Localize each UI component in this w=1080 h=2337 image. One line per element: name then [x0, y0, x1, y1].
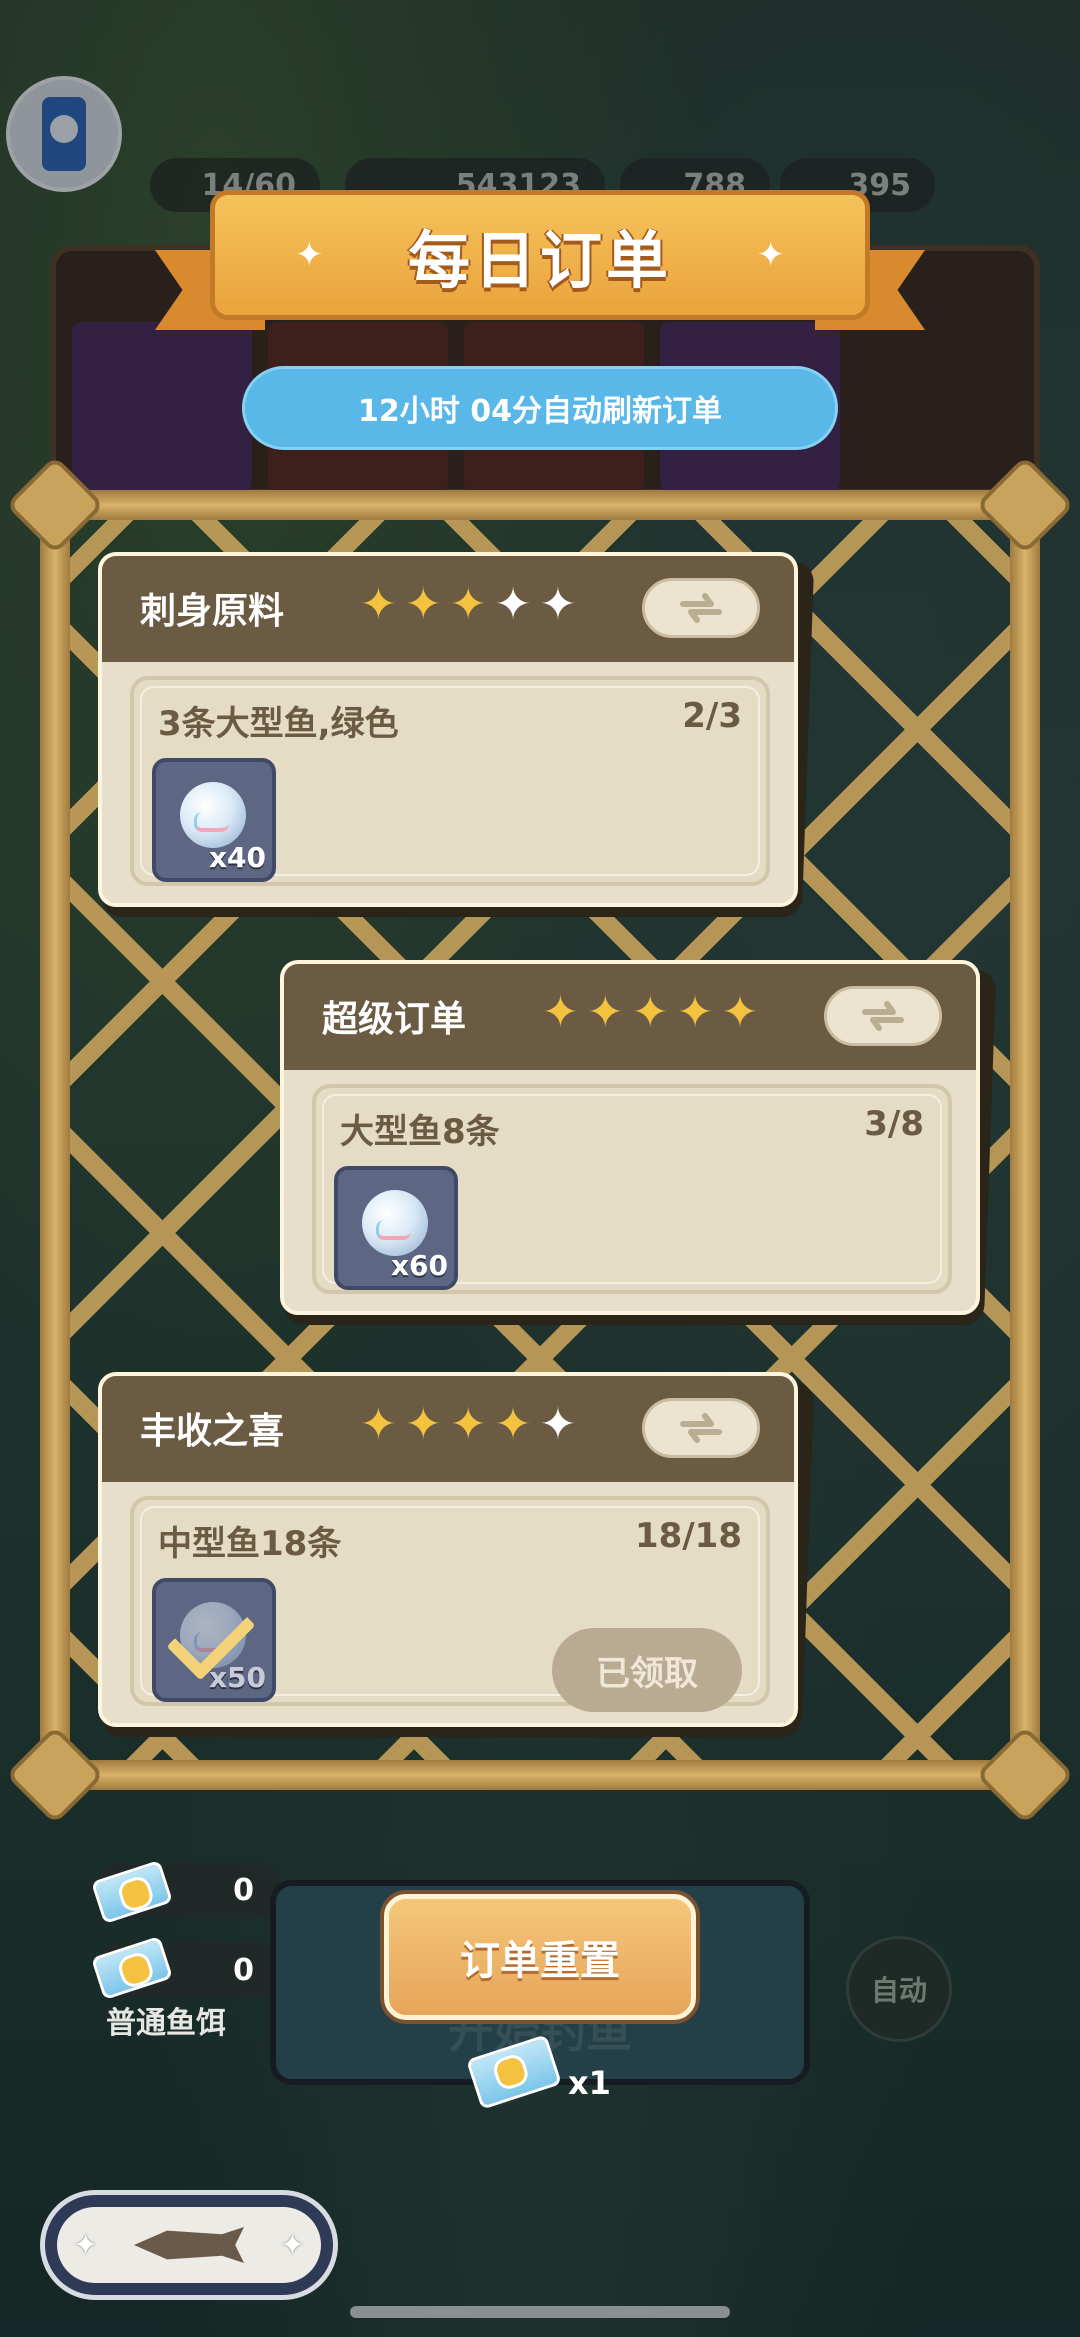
claimed-button[interactable]: 已领取	[552, 1628, 742, 1712]
frame-post-right	[1010, 490, 1040, 1790]
task-progress: 3/8	[864, 1104, 924, 1144]
frame-post-left	[40, 490, 70, 1790]
swap-order-button[interactable]	[642, 1398, 760, 1458]
bait-count: 0	[233, 1952, 254, 1988]
sparkle-icon: ✦	[279, 2227, 305, 2263]
order-name: 丰收之喜	[140, 1411, 285, 1452]
order-task-panel: 3条大型鱼,绿色 2/3 x40	[130, 676, 770, 886]
star-icon: ✦	[676, 987, 714, 1038]
bottom-nav-button[interactable]: ✦ ✦	[40, 2190, 338, 2300]
reward-quantity: x50	[208, 1661, 266, 1694]
card-header: 刺身原料 ✦ ✦ ✦ ✦ ✦	[102, 556, 794, 662]
reward-item[interactable]: x60	[334, 1166, 458, 1290]
star-icon: ✦	[539, 1399, 577, 1450]
star-icon: ✦	[539, 579, 577, 630]
reset-cost-amount: x1	[568, 2064, 611, 2102]
order-card: 丰收之喜 ✦ ✦ ✦ ✦ ✦ 中型鱼18条 18/18 x50 已领取	[98, 1372, 815, 1737]
auto-button[interactable]: 自动	[846, 1936, 952, 2042]
difficulty-stars: ✦ ✦ ✦ ✦ ✦	[360, 580, 576, 630]
bait-count: 0	[233, 1872, 254, 1908]
reward-quantity: x60	[390, 1249, 448, 1282]
card-header: 超级订单 ✦ ✦ ✦ ✦ ✦	[284, 964, 976, 1070]
reward-item[interactable]: x40	[152, 758, 276, 882]
star-icon: ✦	[449, 579, 487, 630]
sparkle-icon: ✦	[295, 235, 324, 275]
bait-type-label: 普通鱼饵	[106, 2006, 226, 2041]
star-icon: ✦	[631, 987, 669, 1038]
refresh-timer: 12小时 04分自动刷新订单	[242, 366, 838, 450]
task-description: 大型鱼8条	[340, 1112, 500, 1152]
star-icon: ✦	[360, 579, 397, 630]
order-card: 超级订单 ✦ ✦ ✦ ✦ ✦ 大型鱼8条 3/8 x60	[280, 960, 997, 1325]
order-name: 超级订单	[322, 999, 467, 1040]
swap-order-button[interactable]	[642, 578, 760, 638]
frame-beam-top	[40, 490, 1040, 520]
task-progress: 18/18	[634, 1516, 742, 1556]
order-card: 刺身原料 ✦ ✦ ✦ ✦ ✦ 3条大型鱼,绿色 2/3 x40	[98, 552, 815, 917]
order-name: 刺身原料	[140, 591, 285, 632]
card-paper: 丰收之喜 ✦ ✦ ✦ ✦ ✦ 中型鱼18条 18/18 x50 已领取	[98, 1372, 798, 1727]
sparkle-icon: ✦	[73, 2227, 99, 2263]
sparkle-icon: ✦	[756, 235, 786, 275]
card-header: 丰收之喜 ✦ ✦ ✦ ✦ ✦	[102, 1376, 794, 1482]
difficulty-stars: ✦ ✦ ✦ ✦ ✦	[542, 988, 758, 1038]
swap-order-button[interactable]	[824, 986, 942, 1046]
task-description: 中型鱼18条	[158, 1524, 342, 1564]
title-banner: ✦ 每日订单 ✦	[155, 190, 925, 330]
star-icon: ✦	[494, 1399, 532, 1450]
star-icon: ✦	[721, 987, 759, 1038]
star-icon: ✦	[404, 1399, 442, 1450]
home-indicator[interactable]	[350, 2306, 730, 2318]
task-progress: 2/3	[682, 696, 742, 736]
banner-plate: ✦ 每日订单 ✦	[210, 190, 870, 320]
reward-item[interactable]: x50	[152, 1578, 276, 1702]
order-task-panel: 中型鱼18条 18/18 x50 已领取	[130, 1496, 770, 1712]
swap-arrows-icon	[680, 1413, 722, 1443]
star-icon: ✦	[586, 987, 624, 1038]
difficulty-stars: ✦ ✦ ✦ ✦ ✦	[360, 1400, 576, 1450]
frame-beam-bottom	[40, 1760, 1040, 1790]
reset-orders-button[interactable]: 订单重置	[384, 1894, 696, 2020]
star-icon: ✦	[542, 987, 579, 1038]
pearl-icon	[362, 1190, 428, 1256]
reset-cost: x1	[466, 2034, 611, 2110]
page-title: 每日订单	[407, 224, 672, 297]
swap-arrows-icon	[862, 1001, 904, 1031]
star-icon: ✦	[404, 579, 442, 630]
reward-quantity: x40	[208, 841, 266, 874]
star-icon: ✦	[449, 1399, 487, 1450]
swap-arrows-icon	[680, 593, 722, 623]
star-icon: ✦	[494, 579, 532, 630]
card-paper: 刺身原料 ✦ ✦ ✦ ✦ ✦ 3条大型鱼,绿色 2/3 x40	[98, 552, 798, 907]
star-icon: ✦	[360, 1399, 397, 1450]
task-description: 3条大型鱼,绿色	[158, 704, 399, 744]
card-paper: 超级订单 ✦ ✦ ✦ ✦ ✦ 大型鱼8条 3/8 x60	[280, 960, 980, 1315]
order-task-panel: 大型鱼8条 3/8 x60	[312, 1084, 952, 1294]
pearl-icon	[180, 782, 246, 848]
